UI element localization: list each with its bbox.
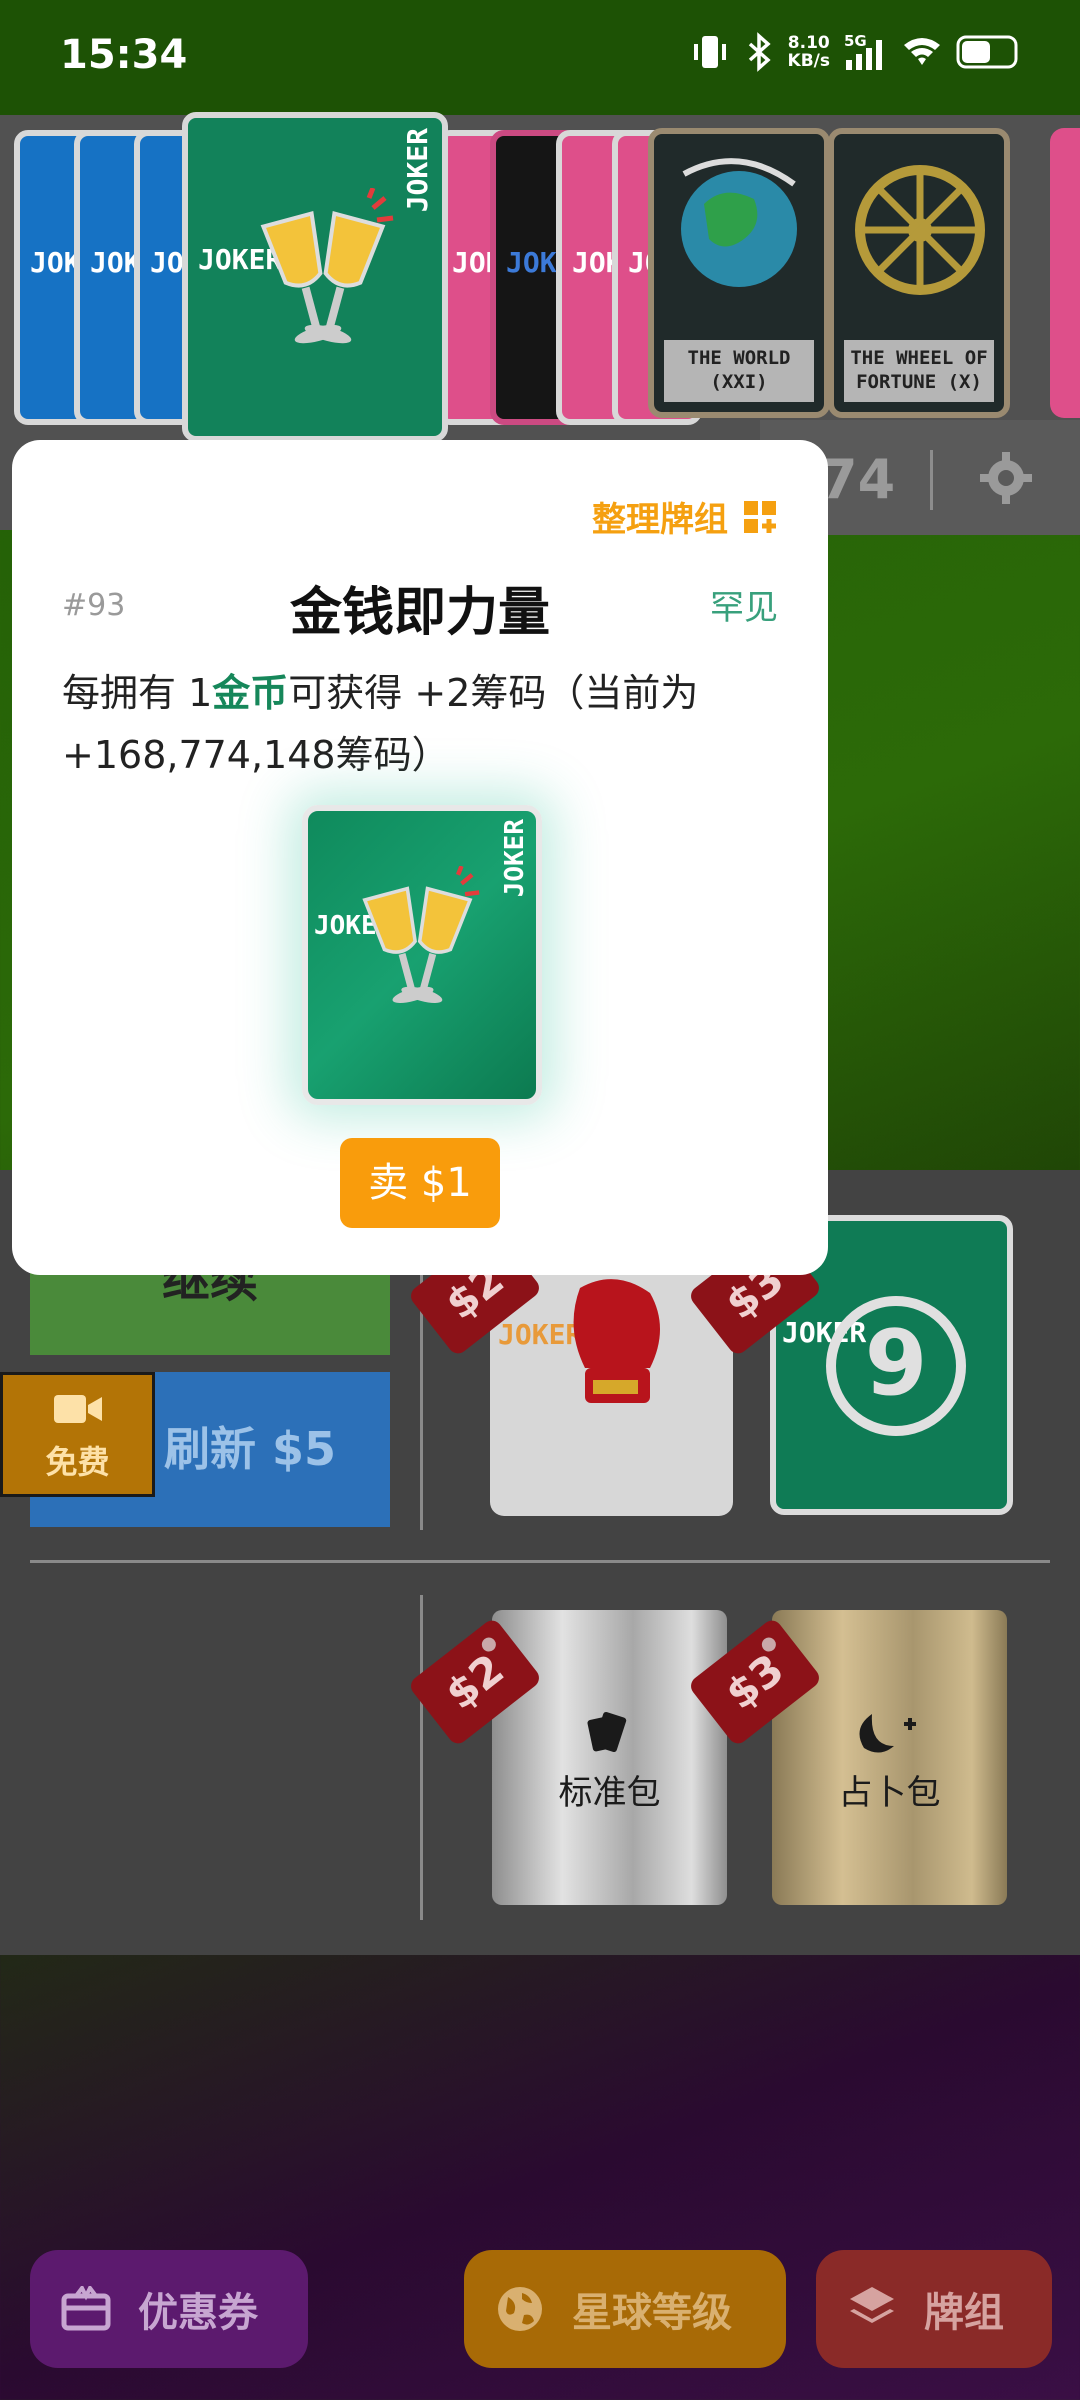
joker-card-edge[interactable]	[1050, 128, 1080, 418]
joker-title: 金钱即力量	[289, 583, 550, 643]
tarot-card-wheel[interactable]: THE WHEEL OF FORTUNE (X)	[828, 128, 1010, 418]
joker-text-rotated: JOKER	[401, 128, 434, 213]
tarot-card-world[interactable]: THE WORLD (XXI)	[648, 128, 830, 418]
clock: 15:34	[60, 32, 188, 78]
tarot-name: THE WORLD (XXI)	[664, 340, 814, 402]
number-nine-icon: 9	[826, 1296, 966, 1436]
status-icons: 8.10 KB/s 5G	[690, 32, 1020, 72]
net-speed: 8.10 KB/s	[787, 33, 830, 71]
standard-pack[interactable]: 标准包	[492, 1610, 727, 1905]
svg-text:9: 9	[865, 1311, 928, 1416]
wifi-icon	[904, 38, 940, 65]
shop-divider-horizontal	[30, 1560, 1050, 1563]
pack-divider	[420, 1595, 423, 1920]
gear-icon[interactable]	[978, 450, 1034, 506]
battery-icon	[956, 35, 1018, 69]
ticket-icon	[61, 2286, 111, 2331]
planet-level-button[interactable]: 星球等级	[464, 2250, 786, 2368]
champagne-icon	[362, 866, 480, 1003]
cards-icon	[587, 1711, 627, 1753]
rarity-label: 罕见	[710, 588, 778, 628]
moon-plus-icon	[859, 1714, 916, 1753]
grid-icon	[744, 500, 776, 533]
selected-joker-card[interactable]: JOKER JOKER	[182, 112, 448, 442]
money-partial: 74	[820, 448, 896, 511]
wheel-icon	[855, 165, 985, 295]
joker-card-preview: JOKER JOKER	[302, 805, 542, 1105]
globe-icon	[498, 2287, 542, 2331]
champagne-icon	[260, 188, 394, 344]
boxing-glove-icon	[573, 1279, 660, 1403]
tarot-name: THE WHEEL OF FORTUNE (X)	[844, 340, 994, 402]
video-camera-icon	[53, 1395, 102, 1423]
joker-text-rotated: JOKER	[500, 819, 530, 898]
coupon-button[interactable]: 优惠券	[30, 2250, 308, 2368]
bluetooth-icon	[748, 32, 771, 72]
joker-description: 每拥有 1金币可获得 +2筹码（当前为 +168,774,148筹码）	[62, 671, 699, 777]
sell-button[interactable]: 卖 $1	[340, 1138, 500, 1228]
organize-deck-button[interactable]: 整理牌组	[592, 492, 778, 541]
joker-detail-dialog: 整理牌组 #93 金钱即力量 罕见 每拥有 1金币可获得 +2筹码（当前为 +1…	[12, 440, 828, 1275]
deck-button[interactable]: 牌组	[816, 2250, 1052, 2368]
signal-icon: 5G	[844, 32, 882, 70]
hud-divider	[930, 450, 933, 510]
earth-icon	[681, 158, 797, 287]
status-bar: 15:34 8.10 KB/s 5G	[0, 0, 1080, 115]
svg-text:5G: 5G	[844, 32, 867, 50]
vibrate-icon	[693, 36, 726, 68]
free-refresh-badge[interactable]: 免费	[0, 1372, 155, 1497]
gold-coin-keyword: 金币	[212, 671, 289, 715]
layers-icon	[850, 2287, 894, 2323]
tarot-pack[interactable]: 占卜包	[772, 1610, 1007, 1905]
